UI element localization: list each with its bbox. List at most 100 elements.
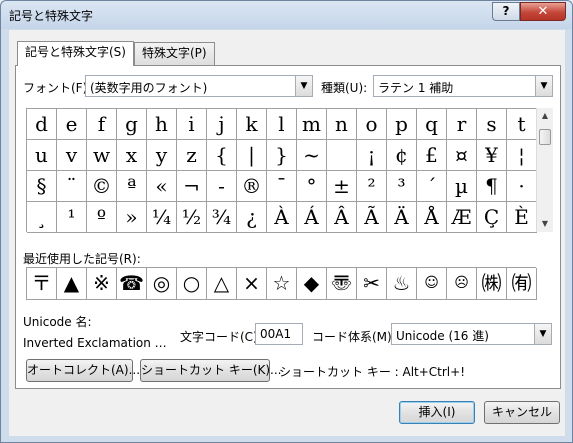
symbol-cell[interactable]: ¯ xyxy=(267,171,297,202)
symbol-cell[interactable]: ¹ xyxy=(57,202,87,233)
tab-special-characters[interactable]: 特殊文字(P) xyxy=(134,42,215,65)
symbol-cell[interactable]: ² xyxy=(357,171,387,202)
symbol-cell[interactable]: « xyxy=(147,171,177,202)
symbol-cell[interactable]: Å xyxy=(417,202,447,233)
recent-symbol-cell[interactable]: 〒 xyxy=(27,268,57,300)
symbol-cell[interactable]: ¼ xyxy=(147,202,177,233)
scrollbar-thumb[interactable] xyxy=(539,129,551,145)
help-button[interactable]: ? xyxy=(492,2,520,21)
scroll-down-icon[interactable]: ▼ xyxy=(537,216,553,232)
symbol-cell[interactable]: º xyxy=(87,202,117,233)
font-select[interactable]: (英数字用のフォント) ▼ xyxy=(85,75,313,97)
symbol-cell[interactable]: v xyxy=(57,140,87,171)
recent-symbol-cell[interactable]: 〠 xyxy=(327,268,357,300)
symbol-cell[interactable]: Ä xyxy=(387,202,417,233)
symbol-cell[interactable]: h xyxy=(147,109,177,140)
symbol-cell[interactable]: m xyxy=(297,109,327,140)
char-code-input[interactable]: 00A1 xyxy=(255,323,303,345)
symbol-cell[interactable]: È xyxy=(507,202,537,233)
autocorrect-button[interactable]: オートコレクト(A)... xyxy=(26,359,140,382)
symbol-cell[interactable]: ¤ xyxy=(447,140,477,171)
code-system-select[interactable]: Unicode (16 進) ▼ xyxy=(391,323,552,345)
symbol-cell[interactable]: § xyxy=(27,171,57,202)
recent-symbol-cell[interactable]: ㈱ xyxy=(477,268,507,300)
symbol-cell[interactable]: i xyxy=(177,109,207,140)
symbol-cell[interactable]: { xyxy=(207,140,237,171)
symbol-cell[interactable]: o xyxy=(357,109,387,140)
symbol-cell[interactable]: ® xyxy=(237,171,267,202)
symbol-cell[interactable]: © xyxy=(87,171,117,202)
symbol-cell[interactable]: ª xyxy=(117,171,147,202)
recent-symbol-cell[interactable]: ☆ xyxy=(267,268,297,300)
symbol-cell[interactable]: s xyxy=(477,109,507,140)
symbol-cell[interactable]: ¡ xyxy=(357,140,387,171)
symbol-cell[interactable]: Ã xyxy=(357,202,387,233)
symbol-cell[interactable]: - xyxy=(207,171,237,202)
symbol-cell[interactable] xyxy=(327,140,357,171)
symbol-cell[interactable]: ¦ xyxy=(507,140,537,171)
symbol-cell[interactable]: Ç xyxy=(477,202,507,233)
symbol-cell[interactable]: ½ xyxy=(177,202,207,233)
symbol-cell[interactable]: } xyxy=(267,140,297,171)
recent-symbol-cell[interactable]: ☹ xyxy=(447,268,477,300)
chevron-down-icon[interactable]: ▼ xyxy=(535,76,552,96)
symbol-cell[interactable]: Â xyxy=(327,202,357,233)
symbol-cell[interactable]: ¶ xyxy=(477,171,507,202)
symbol-cell[interactable]: ¸ xyxy=(27,202,57,233)
symbol-cell[interactable]: Á xyxy=(297,202,327,233)
symbol-cell[interactable]: ¥ xyxy=(477,140,507,171)
symbol-cell[interactable]: g xyxy=(117,109,147,140)
recent-symbol-cell[interactable]: ※ xyxy=(87,268,117,300)
symbol-cell[interactable]: w xyxy=(87,140,117,171)
symbol-cell[interactable]: ° xyxy=(297,171,327,202)
insert-button[interactable]: 挿入(I) xyxy=(399,401,475,424)
close-button[interactable]: ✕ xyxy=(520,2,566,21)
symbol-cell[interactable]: f xyxy=(87,109,117,140)
recent-symbol-cell[interactable]: ▲ xyxy=(57,268,87,300)
symbol-cell[interactable]: e xyxy=(57,109,87,140)
recent-symbol-cell[interactable]: ◎ xyxy=(147,268,177,300)
recent-symbol-cell[interactable]: ☎ xyxy=(117,268,147,300)
symbol-cell[interactable]: z xyxy=(177,140,207,171)
symbol-cell[interactable]: j xyxy=(207,109,237,140)
tab-symbols[interactable]: 記号と特殊文字(S) xyxy=(17,41,134,66)
symbol-cell[interactable]: ± xyxy=(327,171,357,202)
symbol-cell[interactable]: µ xyxy=(447,171,477,202)
symbol-cell[interactable]: k xyxy=(237,109,267,140)
symbol-cell[interactable]: u xyxy=(27,140,57,171)
recent-symbol-cell[interactable]: ◆ xyxy=(297,268,327,300)
recent-symbol-cell[interactable]: ✂ xyxy=(357,268,387,300)
symbol-cell[interactable]: » xyxy=(117,202,147,233)
symbol-cell[interactable]: q xyxy=(417,109,447,140)
symbol-cell[interactable]: ³ xyxy=(387,171,417,202)
symbol-grid[interactable]: d e f g h i j k l m n o p q r s t u v w x y z{|} ~ ¡ ¢ £ ¤ ¥ ¦ § ¨ © ª «¬… xyxy=(26,108,537,233)
symbol-cell[interactable]: r xyxy=(447,109,477,140)
subset-select[interactable]: ラテン 1 補助 ▼ xyxy=(373,75,553,97)
symbol-cell[interactable]: £ xyxy=(417,140,447,171)
symbol-cell[interactable]: d xyxy=(27,109,57,140)
symbol-cell[interactable]: t xyxy=(507,109,537,140)
recent-symbol-cell[interactable]: × xyxy=(237,268,267,300)
symbol-cell[interactable]: y xyxy=(147,140,177,171)
recent-symbol-cell[interactable]: ☺ xyxy=(417,268,447,300)
symbol-cell[interactable]: | xyxy=(237,140,267,171)
symbol-cell[interactable]: p xyxy=(387,109,417,140)
recent-symbol-cell[interactable]: ○ xyxy=(177,268,207,300)
recent-symbol-cell[interactable]: ㈲ xyxy=(507,268,537,300)
symbol-cell[interactable]: · xyxy=(507,171,537,202)
symbol-cell[interactable]: ¿ xyxy=(237,202,267,233)
symbol-cell[interactable]: ´ xyxy=(417,171,447,202)
symbol-cell[interactable]: ¢ xyxy=(387,140,417,171)
title-bar[interactable]: 記号と特殊文字 ? ✕ xyxy=(1,1,572,29)
symbol-cell[interactable]: À xyxy=(267,202,297,233)
symbol-cell[interactable]: ¾ xyxy=(207,202,237,233)
symbol-cell[interactable]: ¬ xyxy=(177,171,207,202)
symbol-cell[interactable]: n xyxy=(327,109,357,140)
symbol-cell[interactable]: l xyxy=(267,109,297,140)
symbol-grid-scrollbar[interactable]: ▲ ▼ xyxy=(536,108,553,232)
recent-symbol-cell[interactable]: △ xyxy=(207,268,237,300)
recent-symbol-cell[interactable]: ♨ xyxy=(387,268,417,300)
scroll-up-icon[interactable]: ▲ xyxy=(537,108,553,124)
symbol-cell[interactable]: x xyxy=(117,140,147,171)
shortcut-key-button[interactable]: ショートカット キー(K)... xyxy=(140,359,282,382)
